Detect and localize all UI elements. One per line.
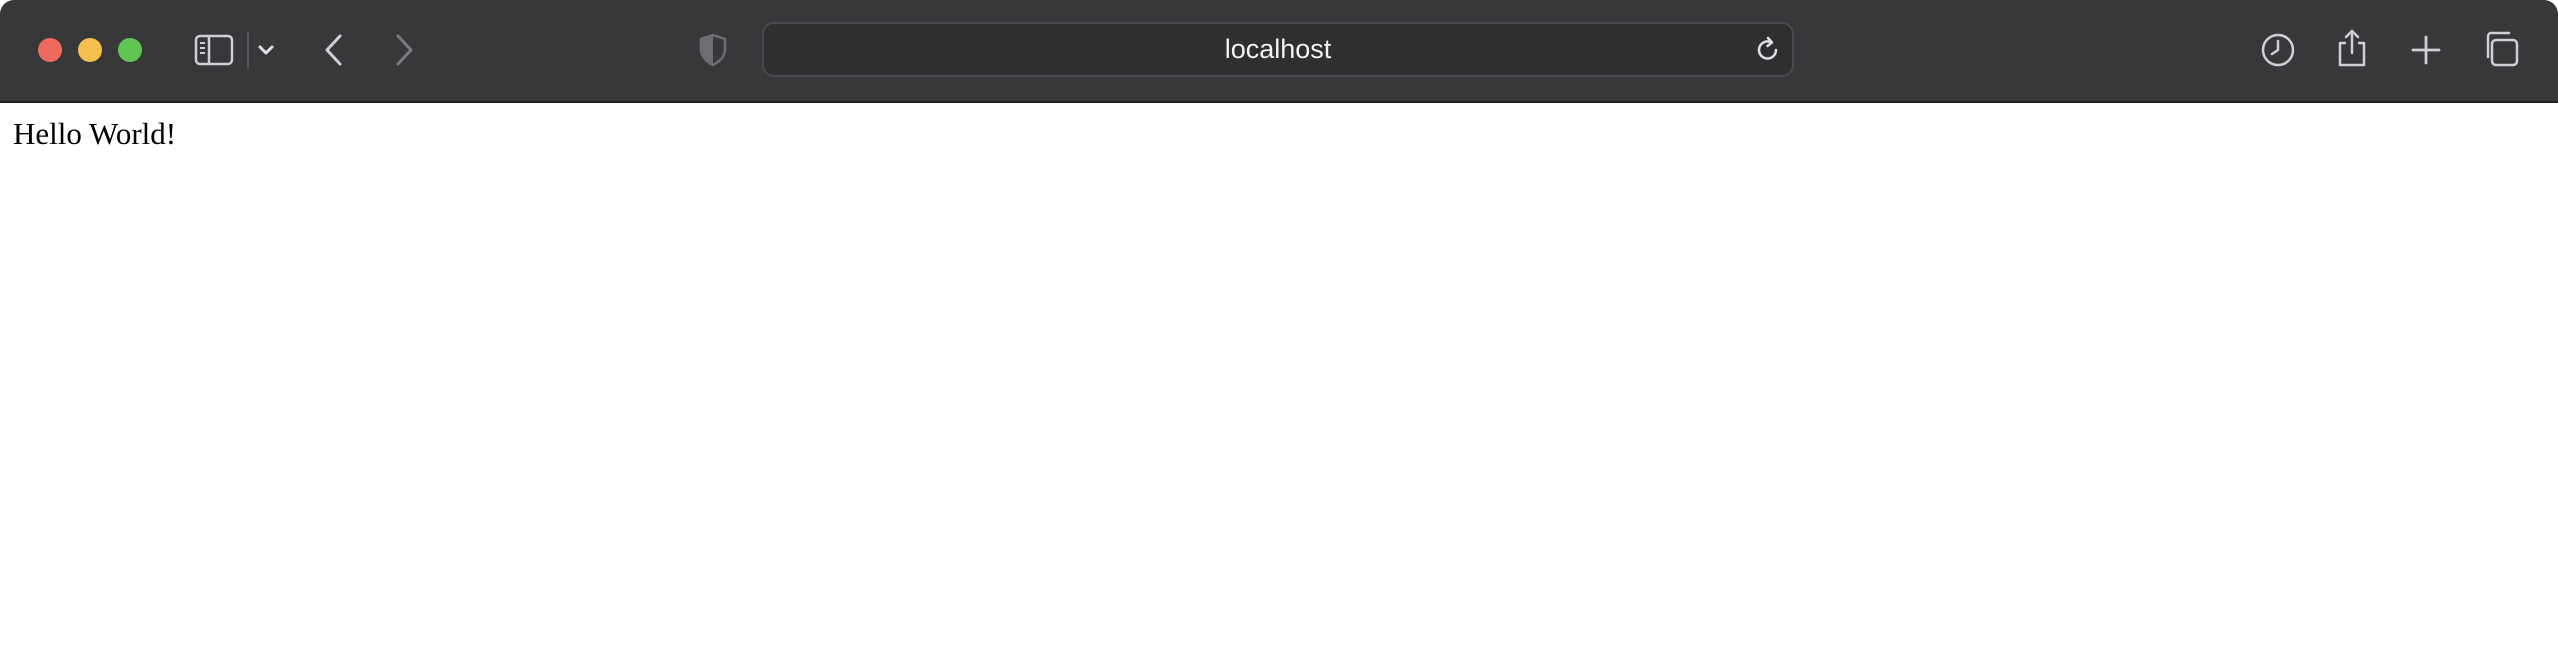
reload-button[interactable] [1752,33,1784,67]
minimize-window-button[interactable] [78,38,102,62]
page-content: Hello World! [0,104,2558,646]
shield-icon [699,33,727,67]
close-window-button[interactable] [38,38,62,62]
history-button[interactable] [2258,30,2298,70]
tab-overview-button[interactable] [2480,28,2522,70]
sidebar-toggle-button[interactable] [192,30,236,70]
url-text: localhost [1224,34,1332,64]
zoom-window-button[interactable] [118,38,142,62]
chevron-down-icon [258,45,274,55]
page-body-text: Hello World! [13,116,177,151]
browser-toolbar: localhost [0,0,2558,103]
sidebar-icon [194,34,234,66]
tab-overview-icon [2486,31,2519,67]
plus-icon [2411,35,2441,65]
forward-arrow-icon [396,34,413,66]
share-button[interactable] [2332,26,2372,70]
reload-icon [1757,36,1778,60]
address-bar[interactable]: localhost [762,22,1794,77]
new-tab-button[interactable] [2406,30,2446,70]
history-clock-icon [2261,33,2295,67]
browser-window: localhost Hello World! [0,0,2558,646]
back-arrow-icon [325,34,342,66]
sidebar-menu-button[interactable] [254,36,278,64]
privacy-report-button[interactable] [697,32,729,68]
toolbar-divider [247,32,249,68]
forward-button[interactable] [388,30,420,70]
share-icon [2338,29,2366,67]
back-button[interactable] [318,30,350,70]
